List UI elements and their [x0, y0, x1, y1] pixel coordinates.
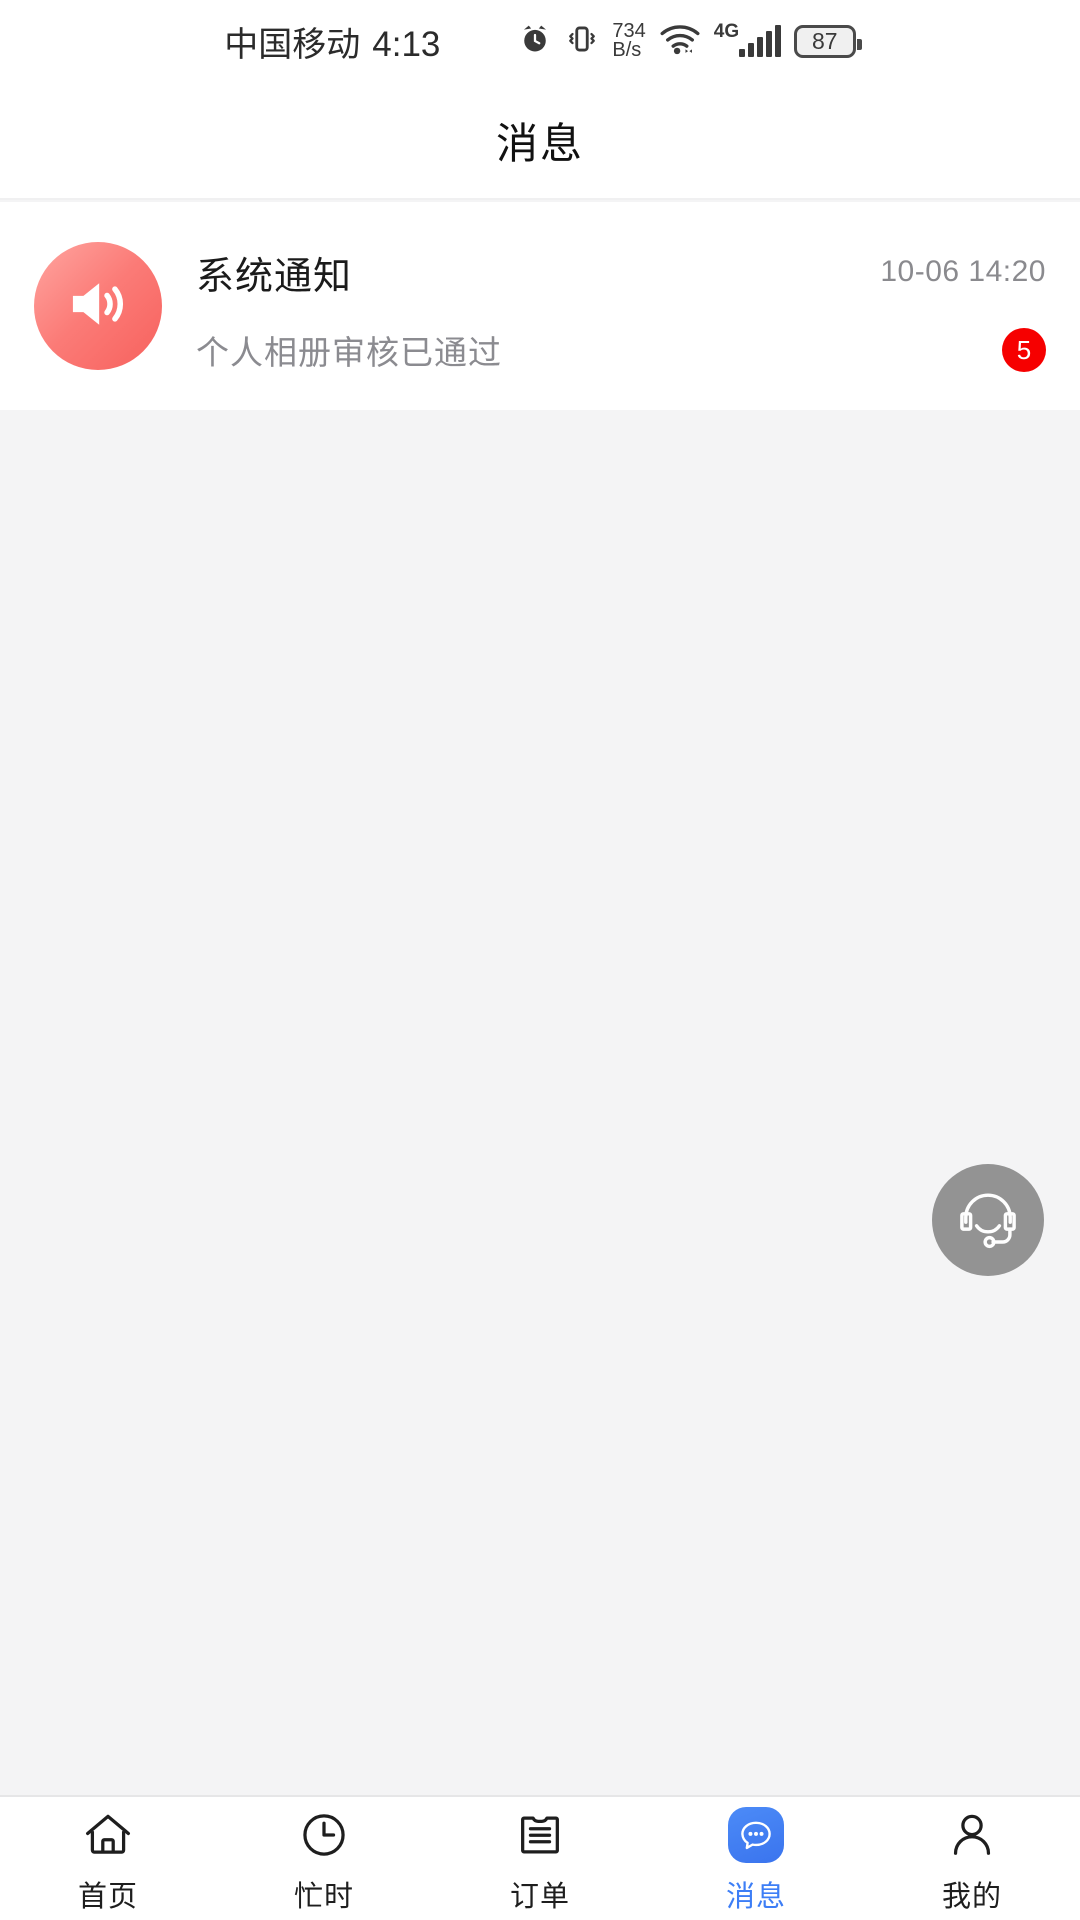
signal-bars [738, 25, 781, 57]
list-item[interactable]: 系统通知 10-06 14:20 个人相册审核已通过 5 [0, 202, 1080, 410]
chat-bubble-icon [728, 1806, 784, 1863]
bottom-navigation: 首页 忙时 订单 消息 我的 [0, 1795, 1080, 1920]
message-timestamp: 10-06 14:20 [880, 255, 1046, 288]
network-speed-indicator: 734 B/s [612, 21, 645, 61]
avatar [34, 242, 162, 370]
signal-icon: 4G [714, 21, 781, 57]
message-preview: 个人相册审核已通过 [196, 333, 502, 371]
list-item-body: 系统通知 10-06 14:20 个人相册审核已通过 5 [196, 242, 1046, 372]
network-speed-unit: B/s [612, 39, 642, 61]
tab-messages[interactable]: 消息 [648, 1797, 864, 1920]
vibrate-icon [565, 22, 599, 61]
chat-bubble-icon-background [728, 1806, 784, 1863]
tab-label-messages: 消息 [725, 1880, 786, 1913]
network-type-label: 4G [713, 21, 740, 42]
status-bar-clock: 4:13 [372, 24, 441, 64]
carrier-label: 中国移动 [224, 25, 361, 64]
battery-icon: 87 [793, 24, 862, 58]
page-title: 消息 [495, 119, 584, 167]
wifi-icon [659, 22, 701, 61]
status-bar-left: 中国移动 4:13 [224, 17, 440, 66]
tab-home[interactable]: 首页 [0, 1797, 216, 1920]
tab-label-busy: 忙时 [293, 1880, 354, 1913]
clock-icon [296, 1807, 352, 1863]
content-area [0, 410, 1080, 1795]
customer-service-button[interactable] [932, 1164, 1044, 1276]
page-header: 消息 [0, 82, 1080, 200]
message-title: 系统通知 [196, 255, 353, 298]
tab-orders[interactable]: 订单 [432, 1797, 648, 1920]
headset-support-icon [952, 1182, 1024, 1259]
status-bar: 中国移动 4:13 734 B/s 4G 87 [0, 0, 1080, 82]
tab-label-home: 首页 [77, 1880, 138, 1913]
status-bar-right: 734 B/s 4G 87 [518, 21, 862, 61]
tab-label-profile: 我的 [941, 1880, 1002, 1913]
order-document-icon [512, 1807, 568, 1863]
speaker-announcement-icon [63, 269, 133, 344]
alarm-icon [518, 22, 552, 61]
message-list: 系统通知 10-06 14:20 个人相册审核已通过 5 [0, 202, 1080, 410]
list-item-top-row: 系统通知 10-06 14:20 [196, 245, 1046, 300]
tab-profile[interactable]: 我的 [864, 1797, 1080, 1920]
phone-screen: 中国移动 4:13 734 B/s 4G 87 消息 系统通知 10-06 14… [0, 0, 1080, 1920]
tab-busy[interactable]: 忙时 [216, 1797, 432, 1920]
status-badge: 5 [1002, 327, 1046, 372]
battery-level-label: 87 [811, 27, 838, 54]
tab-label-orders: 订单 [509, 1880, 570, 1913]
list-item-bottom-row: 个人相册审核已通过 5 [196, 326, 1046, 374]
user-profile-icon [944, 1807, 1000, 1863]
home-icon [80, 1807, 136, 1863]
